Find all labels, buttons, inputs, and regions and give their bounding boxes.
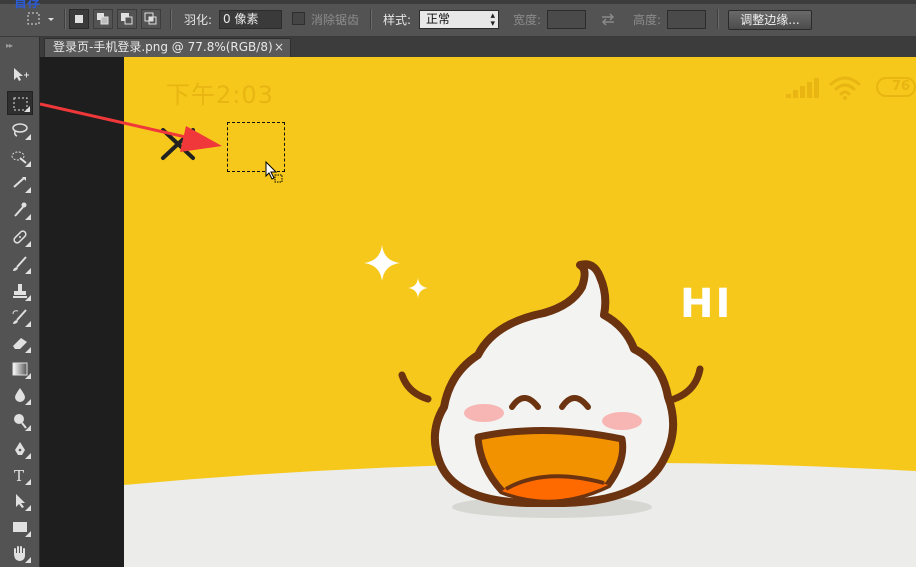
flyout-indicator [25, 425, 31, 431]
flyout-indicator [25, 134, 31, 140]
intersect-selection-icon [144, 12, 157, 25]
svg-text:T: T [14, 467, 24, 484]
document-tab-bar: 登录页-手机登录.png @ 77.8%(RGB/8) × [40, 37, 916, 57]
tool-preset-picker[interactable] [24, 9, 58, 29]
width-label: 宽度: [513, 13, 542, 27]
subtract-from-selection-button[interactable] [117, 9, 137, 29]
mascot-illustration [398, 260, 704, 518]
width-input[interactable] [547, 10, 586, 29]
document-tab[interactable]: 登录页-手机登录.png @ 77.8%(RGB/8) × [44, 38, 291, 57]
style-select[interactable]: 正常 ▴ ▾ [419, 10, 499, 29]
flyout-indicator [25, 187, 31, 193]
quick-selection-tool[interactable] [7, 145, 33, 169]
gradient-tool[interactable] [7, 357, 33, 381]
clone-stamp-tool[interactable] [7, 279, 33, 303]
flyout-indicator [25, 241, 31, 247]
new-selection-button[interactable] [69, 9, 89, 29]
menu-bar-edge [0, 0, 916, 4]
antialias-checkbox[interactable] [292, 12, 305, 25]
cursor-add-selection-icon [265, 161, 283, 183]
document-canvas[interactable]: 下午2:03 76 HI [124, 57, 916, 567]
eyedropper-tool[interactable] [7, 198, 33, 222]
separator [370, 9, 372, 29]
height-label: 高度: [633, 13, 662, 27]
separator [64, 9, 66, 29]
close-tab-icon[interactable]: × [274, 39, 284, 56]
blur-tool[interactable] [7, 383, 33, 407]
add-selection-icon [97, 13, 109, 25]
rectangular-marquee-tool[interactable] [7, 91, 33, 115]
style-label: 样式: [383, 13, 412, 27]
flyout-indicator [25, 531, 31, 537]
flyout-indicator [25, 268, 31, 274]
separator [717, 9, 719, 29]
feather-input[interactable]: 0 像素 [219, 10, 282, 29]
flyout-indicator [25, 557, 31, 563]
close-icon [161, 128, 195, 160]
tools-panel: ▸▸ T [0, 37, 40, 567]
history-brush-tool[interactable] [7, 305, 33, 329]
flyout-indicator [25, 161, 31, 167]
pen-tool[interactable] [7, 437, 33, 461]
feather-label: 羽化: [184, 13, 213, 27]
dodge-tool[interactable] [7, 409, 33, 433]
style-select-value: 正常 [426, 12, 451, 26]
left-arm [398, 371, 432, 403]
flyout-indicator [25, 505, 31, 511]
flyout-indicator [25, 295, 31, 301]
panel-grip-icon[interactable]: ▸▸ [6, 41, 13, 50]
options-bar: 首存 羽化: 0 像素 消除锯齿 样式: 正常 ▴ ▾ 宽度: 高度: 调整边缘… [0, 0, 916, 37]
select-arrows-icon: ▴ ▾ [490, 11, 495, 29]
signal-icon [786, 78, 819, 98]
flyout-indicator [25, 214, 31, 220]
type-tool[interactable]: T [7, 463, 33, 487]
new-selection-icon [75, 15, 83, 23]
move-tool[interactable] [7, 63, 33, 87]
subtract-selection-icon [121, 13, 133, 25]
separator [170, 9, 172, 29]
flyout-indicator [24, 106, 30, 112]
antialias-label: 消除锯齿 [311, 13, 360, 27]
wifi-icon [829, 76, 861, 100]
flyout-indicator [25, 373, 31, 379]
spot-healing-brush-tool[interactable] [7, 225, 33, 249]
swap-dimensions-button[interactable] [597, 9, 619, 29]
left-blush [464, 404, 504, 422]
battery-indicator: 76 [876, 77, 916, 97]
crop-tool[interactable] [7, 171, 33, 195]
path-selection-tool[interactable] [7, 489, 33, 513]
document-tab-title: 登录页-手机登录.png @ 77.8%(RGB/8) [53, 40, 273, 54]
brush-tool[interactable] [7, 252, 33, 276]
flyout-indicator [25, 453, 31, 459]
refine-edge-button[interactable]: 调整边缘... [728, 10, 812, 30]
flyout-indicator [25, 347, 31, 353]
flyout-indicator [25, 399, 31, 405]
lasso-tool[interactable] [7, 118, 33, 142]
right-arm [670, 365, 704, 403]
intersect-selection-button[interactable] [141, 9, 161, 29]
height-input[interactable] [667, 10, 706, 29]
flyout-indicator [25, 479, 31, 485]
flyout-indicator [25, 321, 31, 327]
eraser-tool[interactable] [7, 331, 33, 355]
rectangle-tool[interactable] [7, 515, 33, 539]
hand-tool[interactable] [7, 541, 33, 565]
status-time: 下午2:03 [166, 81, 274, 109]
right-blush [602, 412, 642, 430]
add-to-selection-button[interactable] [93, 9, 113, 29]
swap-arrows-icon [601, 13, 615, 26]
canvas-area[interactable]: 下午2:03 76 HI [40, 57, 916, 567]
marquee-preset-icon [27, 12, 54, 25]
move-icon [14, 68, 29, 81]
